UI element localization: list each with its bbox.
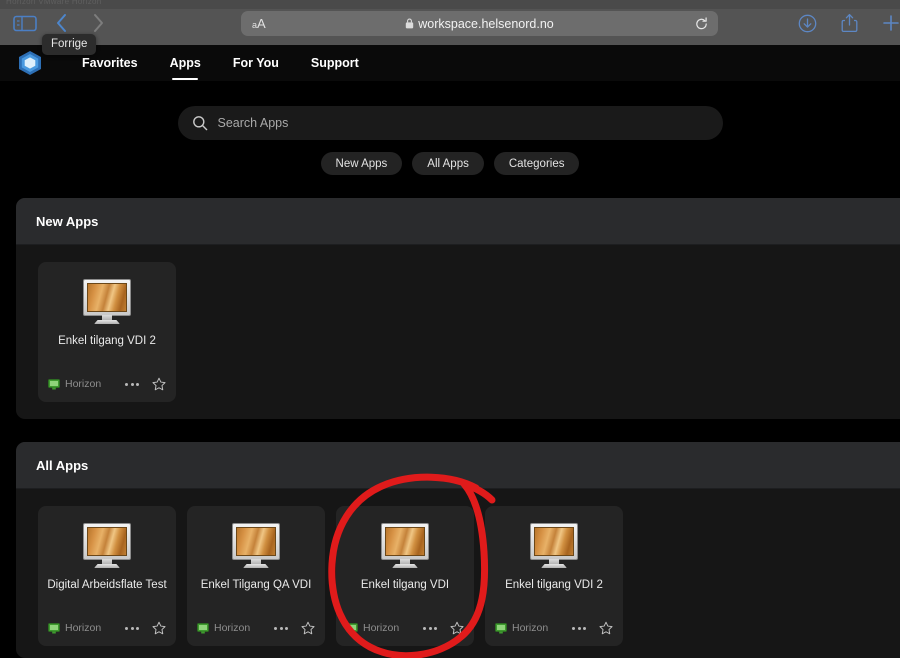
- app-navigation-bar: Favorites Apps For You Support: [0, 45, 900, 81]
- favorite-star-icon[interactable]: [450, 621, 464, 635]
- app-card-source: Horizon: [363, 622, 400, 634]
- url-text: workspace.helsenord.no: [418, 16, 554, 31]
- horizon-icon: [346, 622, 358, 633]
- more-options-icon[interactable]: [125, 626, 139, 630]
- tab-support[interactable]: Support: [295, 45, 375, 81]
- app-card-label: Enkel tilgang VDI 2: [505, 579, 603, 591]
- app-card-source: Horizon: [214, 622, 251, 634]
- app-card-actions: [274, 621, 315, 635]
- filter-chips: New Apps All Apps Categories: [0, 152, 900, 175]
- app-card-actions: [125, 621, 166, 635]
- horizon-icon: [48, 622, 60, 633]
- toolbar-actions: [780, 10, 900, 36]
- download-icon[interactable]: [794, 10, 820, 36]
- section-header: New Apps: [16, 198, 900, 245]
- favorite-star-icon[interactable]: [599, 621, 613, 635]
- app-card-source: Horizon: [65, 378, 102, 390]
- nav-links: Favorites Apps For You Support: [66, 45, 375, 81]
- section-title-all-apps: All Apps: [36, 457, 89, 473]
- new-apps-card-row: Enkel tilgang VDI 2 Horizon: [16, 245, 900, 402]
- browser-toolbar: Horizon VMware Horizon Forrige aA worksp…: [0, 0, 900, 55]
- vdi-monitor-icon: [485, 523, 623, 568]
- app-card[interactable]: Enkel tilgang VDI 2 Horizon: [38, 262, 176, 402]
- favorite-star-icon[interactable]: [301, 621, 315, 635]
- address-bar-content: workspace.helsenord.no: [241, 17, 718, 31]
- tab-for-you[interactable]: For You: [217, 45, 295, 81]
- section-header: All Apps: [16, 442, 900, 489]
- vdi-monitor-icon: [187, 523, 325, 568]
- screenshot-root: Horizon VMware Horizon Forrige aA worksp…: [0, 0, 900, 658]
- section-all-apps: All Apps Digital Arbeidsflate Test Horiz…: [16, 442, 900, 658]
- app-card-source: Horizon: [512, 622, 549, 634]
- favorite-star-icon[interactable]: [152, 621, 166, 635]
- search-icon: [192, 116, 207, 131]
- reload-icon[interactable]: [694, 16, 709, 31]
- filter-new-apps[interactable]: New Apps: [320, 152, 403, 175]
- app-card[interactable]: Enkel Tilgang QA VDI Horizon: [187, 506, 325, 646]
- app-card-highlighted[interactable]: Enkel tilgang VDI Horizon: [336, 506, 474, 646]
- app-card[interactable]: Digital Arbeidsflate Test Horizon: [38, 506, 176, 646]
- filter-all-apps[interactable]: All Apps: [412, 152, 484, 175]
- tab-bar-strip: Horizon VMware Horizon: [0, 0, 900, 9]
- plus-icon[interactable]: [878, 10, 900, 36]
- back-button-tooltip: Forrige: [42, 34, 97, 55]
- sidebar-toggle-icon[interactable]: [10, 12, 40, 34]
- app-card-label: Enkel Tilgang QA VDI: [200, 579, 312, 591]
- app-card-footer: Horizon: [197, 620, 315, 636]
- app-card-label: Enkel tilgang VDI 2: [58, 335, 156, 347]
- horizon-icon: [495, 622, 507, 633]
- search-box[interactable]: [177, 106, 723, 140]
- app-card-footer: Horizon: [495, 620, 613, 636]
- vdi-monitor-icon: [336, 523, 474, 568]
- horizon-icon: [197, 622, 209, 633]
- vdi-monitor-icon: [38, 523, 176, 568]
- workspace-one-logo[interactable]: [16, 49, 44, 77]
- chevron-right-icon[interactable]: [82, 10, 114, 36]
- more-options-icon[interactable]: [274, 626, 288, 630]
- all-apps-card-row: Digital Arbeidsflate Test Horizon Enkel …: [16, 489, 900, 646]
- navigation-arrows: Forrige: [42, 10, 118, 55]
- more-options-icon[interactable]: [423, 626, 437, 630]
- share-icon[interactable]: [836, 10, 862, 36]
- app-card-footer: Horizon: [48, 620, 166, 636]
- search-area: [0, 106, 900, 140]
- section-new-apps: New Apps Enkel tilgang VDI 2 Horizon: [16, 198, 900, 419]
- app-card-footer: Horizon: [48, 376, 166, 392]
- more-options-icon[interactable]: [572, 626, 586, 630]
- lock-icon: [406, 18, 414, 29]
- tab-apps[interactable]: Apps: [154, 45, 217, 81]
- app-card[interactable]: Enkel tilgang VDI 2 Horizon: [485, 506, 623, 646]
- horizon-icon: [48, 378, 60, 389]
- app-card-actions: [572, 621, 613, 635]
- section-title-new-apps: New Apps: [36, 213, 99, 229]
- address-bar[interactable]: aA workspace.helsenord.no: [241, 11, 718, 36]
- favorite-star-icon[interactable]: [152, 377, 166, 391]
- app-card-footer: Horizon: [346, 620, 464, 636]
- vdi-monitor-icon: [38, 279, 176, 324]
- main-content: New Apps All Apps Categories New Apps: [0, 81, 900, 658]
- chevron-left-icon[interactable]: [46, 10, 78, 36]
- app-card-label: Digital Arbeidsflate Test: [47, 579, 167, 591]
- filter-categories[interactable]: Categories: [493, 152, 580, 175]
- app-card-label: Enkel tilgang VDI: [360, 579, 450, 591]
- app-card-actions: [125, 377, 166, 391]
- app-card-source: Horizon: [65, 622, 102, 634]
- search-input[interactable]: [217, 106, 709, 140]
- tab-bar-ghost-text: Horizon VMware Horizon: [6, 0, 102, 6]
- app-card-actions: [423, 621, 464, 635]
- more-options-icon[interactable]: [125, 382, 139, 386]
